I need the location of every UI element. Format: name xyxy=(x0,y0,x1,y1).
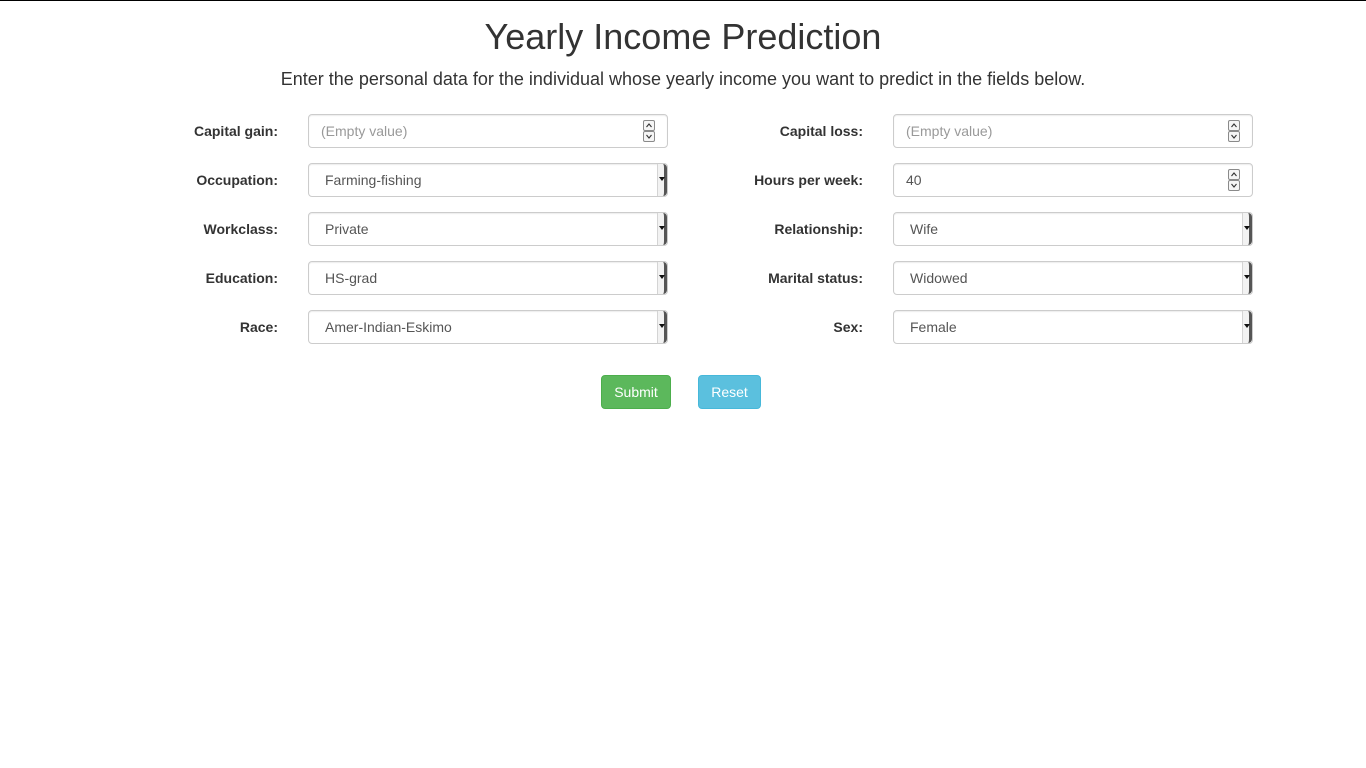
education-select[interactable]: HS-grad xyxy=(308,261,668,295)
marital-status-label: Marital status: xyxy=(768,270,863,286)
chevron-up-icon[interactable] xyxy=(643,120,655,131)
chevron-down-icon[interactable] xyxy=(643,131,655,142)
capital-gain-label: Capital gain: xyxy=(193,123,278,139)
workclass-select[interactable]: Private xyxy=(308,212,668,246)
chevron-up-icon[interactable] xyxy=(1228,120,1240,131)
workclass-label: Workclass: xyxy=(203,221,278,237)
sex-select[interactable]: Female xyxy=(893,310,1253,344)
page-subtitle: Enter the personal data for the individu… xyxy=(280,69,1086,89)
caret-down-icon[interactable] xyxy=(1242,213,1252,245)
relationship-value: Wife xyxy=(910,221,938,237)
capital-gain-input[interactable]: (Empty value) xyxy=(308,114,668,148)
capital-loss-spinner[interactable] xyxy=(1228,120,1240,142)
hours-per-week-input[interactable]: 40 xyxy=(893,163,1253,197)
page-title: Yearly Income Prediction xyxy=(484,16,882,57)
capital-loss-input[interactable]: (Empty value) xyxy=(893,114,1253,148)
capital-loss-placeholder: (Empty value) xyxy=(906,123,993,139)
capital-loss-label: Capital loss: xyxy=(779,123,863,139)
relationship-select[interactable]: Wife xyxy=(893,212,1253,246)
caret-down-icon[interactable] xyxy=(1242,311,1252,343)
chevron-up-icon[interactable] xyxy=(1228,169,1240,180)
education-value: HS-grad xyxy=(325,270,378,286)
occupation-select[interactable]: Farming-fishing xyxy=(308,163,668,197)
sex-value: Female xyxy=(910,319,957,335)
submit-button[interactable]: Submit xyxy=(601,375,671,409)
top-border xyxy=(0,0,1366,1)
hours-per-week-spinner[interactable] xyxy=(1228,169,1240,191)
occupation-label: Occupation: xyxy=(196,172,278,188)
caret-down-icon[interactable] xyxy=(657,262,667,294)
sex-label: Sex: xyxy=(833,319,863,335)
caret-down-icon[interactable] xyxy=(657,311,667,343)
race-select[interactable]: Amer-Indian-Eskimo xyxy=(308,310,668,344)
chevron-down-icon[interactable] xyxy=(1228,131,1240,142)
hours-per-week-label: Hours per week: xyxy=(754,172,863,188)
reset-button[interactable]: Reset xyxy=(698,375,761,409)
caret-down-icon[interactable] xyxy=(657,213,667,245)
relationship-label: Relationship: xyxy=(774,221,863,237)
marital-status-value: Widowed xyxy=(910,270,968,286)
capital-gain-placeholder: (Empty value) xyxy=(321,123,408,139)
education-label: Education: xyxy=(205,270,278,286)
hours-per-week-value: 40 xyxy=(906,172,922,188)
caret-down-icon[interactable] xyxy=(657,164,667,196)
capital-gain-spinner[interactable] xyxy=(643,120,655,142)
race-label: Race: xyxy=(239,319,278,335)
occupation-value: Farming-fishing xyxy=(325,172,422,188)
marital-status-select[interactable]: Widowed xyxy=(893,261,1253,295)
workclass-value: Private xyxy=(325,221,369,237)
race-value: Amer-Indian-Eskimo xyxy=(325,319,452,335)
chevron-down-icon[interactable] xyxy=(1228,180,1240,191)
caret-down-icon[interactable] xyxy=(1242,262,1252,294)
